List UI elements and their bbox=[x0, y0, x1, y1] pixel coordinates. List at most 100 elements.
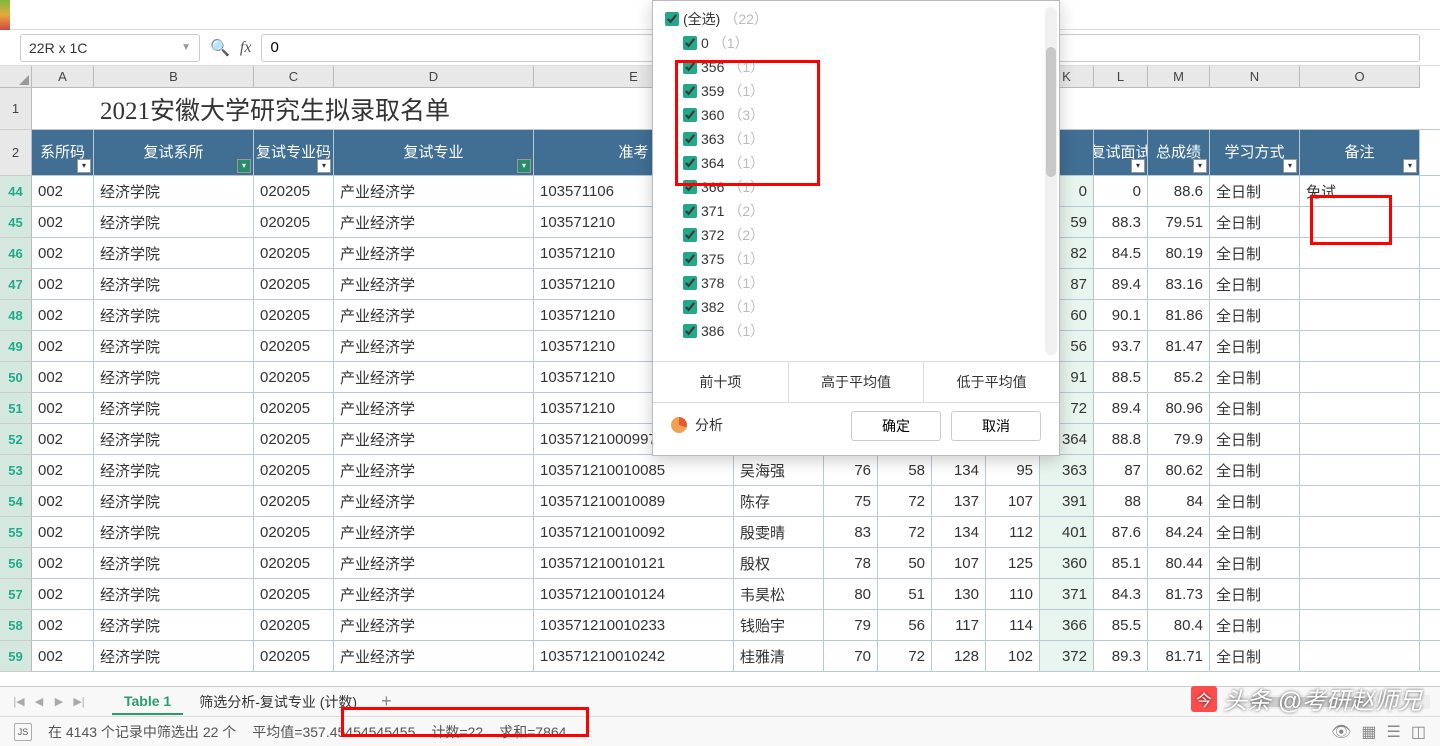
row-header[interactable]: 58 bbox=[0, 610, 32, 641]
cell-I[interactable]: 134 bbox=[932, 517, 986, 547]
cell-H[interactable]: 72 bbox=[878, 517, 932, 547]
filter-icon[interactable]: ▾ bbox=[1131, 159, 1145, 173]
filter-checkbox[interactable] bbox=[683, 60, 697, 74]
cell-B[interactable]: 经济学院 bbox=[94, 238, 254, 268]
cell-N[interactable]: 全日制 bbox=[1210, 548, 1300, 578]
select-all-corner[interactable] bbox=[0, 66, 32, 88]
cell-N[interactable]: 全日制 bbox=[1210, 610, 1300, 640]
cell-K[interactable]: 401 bbox=[1040, 517, 1094, 547]
cell-C[interactable]: 020205 bbox=[254, 517, 334, 547]
cell-H[interactable]: 51 bbox=[878, 579, 932, 609]
filter-item[interactable]: 363（1） bbox=[683, 127, 1049, 151]
sheet-nav-first-icon[interactable]: |◀ bbox=[10, 693, 28, 711]
cell-M[interactable]: 80.96 bbox=[1148, 393, 1210, 423]
cell-M[interactable]: 79.51 bbox=[1148, 207, 1210, 237]
layout-icon[interactable]: ☰ bbox=[1387, 722, 1401, 742]
cell-N[interactable]: 全日制 bbox=[1210, 331, 1300, 361]
cell-G[interactable]: 76 bbox=[824, 455, 878, 485]
cell-A[interactable]: 002 bbox=[32, 517, 94, 547]
cell-M[interactable]: 84 bbox=[1148, 486, 1210, 516]
filter-checkbox[interactable] bbox=[683, 324, 697, 338]
filter-item[interactable]: 366（1） bbox=[683, 175, 1049, 199]
row-header[interactable]: 52 bbox=[0, 424, 32, 455]
cell-O[interactable] bbox=[1300, 300, 1420, 330]
sheet-nav-next-icon[interactable]: ▶ bbox=[50, 693, 68, 711]
cell-K[interactable]: 360 bbox=[1040, 548, 1094, 578]
cell-I[interactable]: 107 bbox=[932, 548, 986, 578]
cell-B[interactable]: 经济学院 bbox=[94, 393, 254, 423]
filter-select-all[interactable]: (全选) （22） bbox=[665, 7, 1049, 31]
cell-B[interactable]: 经济学院 bbox=[94, 331, 254, 361]
cell-L[interactable]: 88.3 bbox=[1094, 207, 1148, 237]
cell-O[interactable] bbox=[1300, 269, 1420, 299]
cell-N[interactable]: 全日制 bbox=[1210, 300, 1300, 330]
fx-label[interactable]: fx bbox=[240, 39, 252, 57]
cell-D[interactable]: 产业经济学 bbox=[334, 424, 534, 454]
cell-D[interactable]: 产业经济学 bbox=[334, 207, 534, 237]
row-header-1[interactable]: 1 bbox=[0, 88, 32, 130]
cell-D[interactable]: 产业经济学 bbox=[334, 610, 534, 640]
cell-E[interactable]: 103571210010242 bbox=[534, 641, 734, 671]
cell-J[interactable]: 110 bbox=[986, 579, 1040, 609]
filter-checkbox[interactable] bbox=[683, 228, 697, 242]
cell-F[interactable]: 韦昊松 bbox=[734, 579, 824, 609]
cell-E[interactable]: 103571210010233 bbox=[534, 610, 734, 640]
eye-icon[interactable]: 👁 bbox=[1331, 722, 1351, 742]
cell-K[interactable]: 363 bbox=[1040, 455, 1094, 485]
cell-M[interactable]: 81.47 bbox=[1148, 331, 1210, 361]
cell-N[interactable]: 全日制 bbox=[1210, 455, 1300, 485]
col-header-O[interactable]: O bbox=[1300, 66, 1420, 88]
cell-D[interactable]: 产业经济学 bbox=[334, 393, 534, 423]
cell-C[interactable]: 020205 bbox=[254, 300, 334, 330]
cell-F[interactable]: 桂雅清 bbox=[734, 641, 824, 671]
cell-L[interactable]: 88.5 bbox=[1094, 362, 1148, 392]
filter-icon[interactable]: ▾ bbox=[317, 159, 331, 173]
cell-C[interactable]: 020205 bbox=[254, 393, 334, 423]
name-box-dropdown-icon[interactable]: ▼ bbox=[181, 42, 191, 53]
ok-button[interactable]: 确定 bbox=[851, 411, 941, 441]
row-header[interactable]: 50 bbox=[0, 362, 32, 393]
cell-D[interactable]: 产业经济学 bbox=[334, 641, 534, 671]
cell-L[interactable]: 84.5 bbox=[1094, 238, 1148, 268]
cell-A[interactable]: 002 bbox=[32, 548, 94, 578]
cell-J[interactable]: 114 bbox=[986, 610, 1040, 640]
filter-item[interactable]: 360（3） bbox=[683, 103, 1049, 127]
grid-icon[interactable]: ▦ bbox=[1361, 722, 1376, 742]
row-header[interactable]: 46 bbox=[0, 238, 32, 269]
scroll-thumb[interactable] bbox=[1046, 47, 1056, 177]
cell-H[interactable]: 72 bbox=[878, 641, 932, 671]
row-header[interactable]: 54 bbox=[0, 486, 32, 517]
cell-O[interactable] bbox=[1300, 393, 1420, 423]
col-header-L[interactable]: L bbox=[1094, 66, 1148, 88]
cell-C[interactable]: 020205 bbox=[254, 331, 334, 361]
cell-N[interactable]: 全日制 bbox=[1210, 362, 1300, 392]
cell-M[interactable]: 79.9 bbox=[1148, 424, 1210, 454]
filter-checkbox[interactable] bbox=[683, 36, 697, 50]
th-major[interactable]: 复试专业▾ bbox=[334, 130, 534, 175]
cell-M[interactable]: 81.86 bbox=[1148, 300, 1210, 330]
cell-A[interactable]: 002 bbox=[32, 269, 94, 299]
row-header[interactable]: 47 bbox=[0, 269, 32, 300]
cell-C[interactable]: 020205 bbox=[254, 362, 334, 392]
filter-item[interactable]: 0（1） bbox=[683, 31, 1049, 55]
cell-O[interactable]: 免试 bbox=[1300, 176, 1420, 206]
cell-O[interactable] bbox=[1300, 424, 1420, 454]
cell-F[interactable]: 殷雯晴 bbox=[734, 517, 824, 547]
col-header-D[interactable]: D bbox=[334, 66, 534, 88]
filter-checkbox[interactable] bbox=[683, 204, 697, 218]
cell-B[interactable]: 经济学院 bbox=[94, 207, 254, 237]
cell-N[interactable]: 全日制 bbox=[1210, 486, 1300, 516]
cell-H[interactable]: 56 bbox=[878, 610, 932, 640]
th-dept[interactable]: 复试系所▾ bbox=[94, 130, 254, 175]
col-header-N[interactable]: N bbox=[1210, 66, 1300, 88]
row-header[interactable]: 48 bbox=[0, 300, 32, 331]
filter-scrollbar[interactable] bbox=[1045, 7, 1057, 355]
cell-A[interactable]: 002 bbox=[32, 331, 94, 361]
cell-M[interactable]: 83.16 bbox=[1148, 269, 1210, 299]
cell-J[interactable]: 112 bbox=[986, 517, 1040, 547]
col-header-A[interactable]: A bbox=[32, 66, 94, 88]
cell-C[interactable]: 020205 bbox=[254, 269, 334, 299]
cell-L[interactable]: 88.8 bbox=[1094, 424, 1148, 454]
cell-O[interactable] bbox=[1300, 579, 1420, 609]
filter-checkbox[interactable] bbox=[665, 12, 679, 26]
